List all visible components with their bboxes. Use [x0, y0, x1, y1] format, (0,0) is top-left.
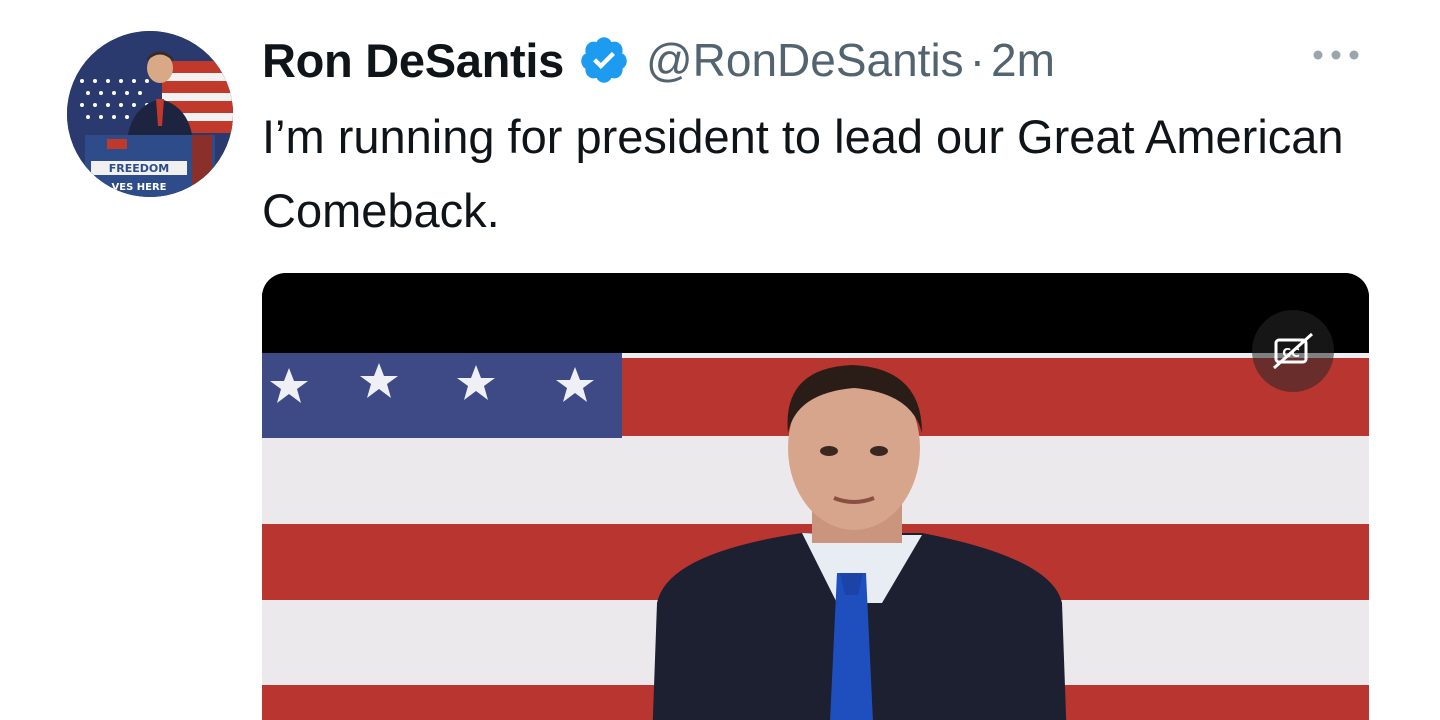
tweet-header: Ron DeSantis @RonDeSantis · 2m [262, 30, 1055, 90]
tweet-text: I’m running for president to lead our Gr… [262, 110, 1344, 237]
user-handle[interactable]: @RonDeSantis [646, 33, 964, 87]
avatar-image: FREEDOM VES HERE [67, 31, 233, 197]
tweet-card: FREEDOM VES HERE Ron DeSantis @RonDeSant… [0, 0, 1440, 720]
video-player[interactable] [262, 273, 1369, 720]
more-options-icon[interactable] [1306, 40, 1366, 70]
verified-badge-icon[interactable] [578, 34, 630, 86]
avatar-sign-line2: VES HERE [112, 182, 167, 193]
avatar-sign-line1: FREEDOM [109, 162, 169, 175]
display-name[interactable]: Ron DeSantis [262, 33, 564, 88]
tweet-timestamp[interactable]: 2m [991, 33, 1055, 87]
video-frame [262, 273, 1369, 720]
profile-avatar[interactable]: FREEDOM VES HERE [67, 31, 233, 197]
closed-captions-off-icon[interactable]: CC [1252, 310, 1334, 392]
header-separator: · [969, 34, 986, 86]
